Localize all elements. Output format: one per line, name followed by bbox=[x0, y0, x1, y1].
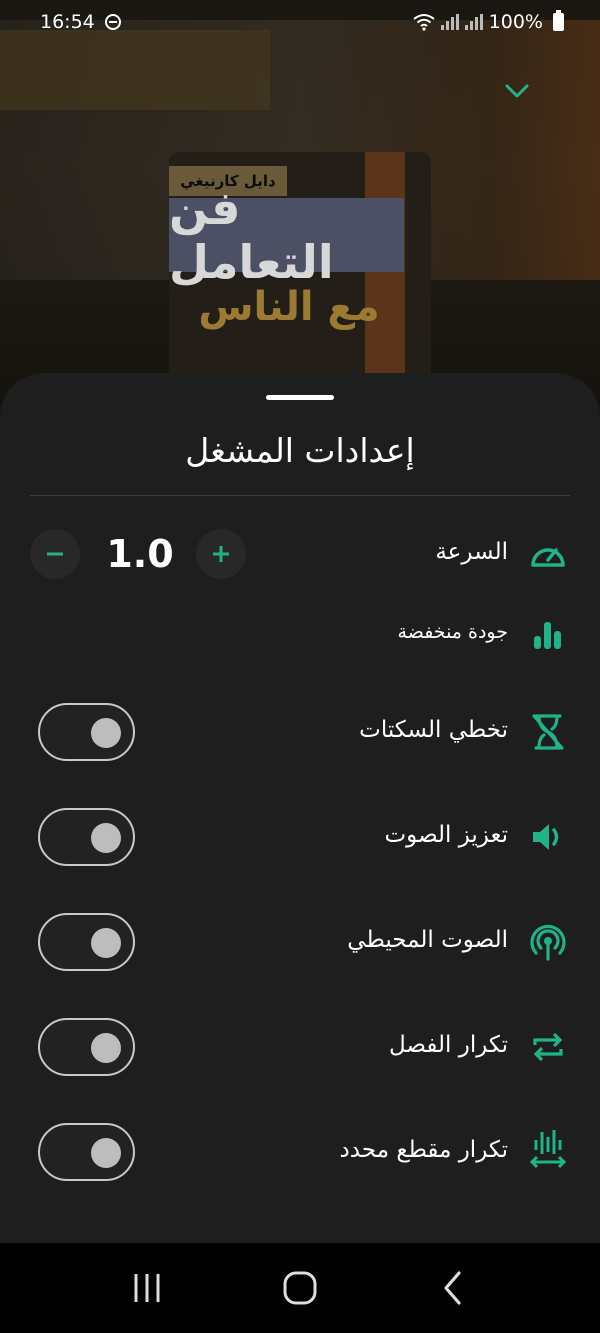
hourglass-off-icon bbox=[528, 712, 568, 752]
repeat-segment-label: تكرار مقطع محدد bbox=[339, 1137, 508, 1163]
broadcast-icon bbox=[528, 922, 568, 962]
do-not-disturb-icon bbox=[104, 14, 121, 30]
skip-silence-row: تخطي السكتات bbox=[0, 703, 600, 761]
sheet-title: إعدادات المشغل bbox=[185, 431, 415, 470]
player-background: دايل كارنيغي فن التعامل مع الناس bbox=[0, 0, 600, 420]
skip-silence-label: تخطي السكتات bbox=[359, 717, 508, 743]
speed-stepper: 1.0 bbox=[30, 529, 248, 579]
divider bbox=[30, 495, 570, 496]
recent-apps-icon bbox=[134, 1274, 160, 1302]
repeat-icon bbox=[528, 1027, 568, 1067]
home-button[interactable] bbox=[270, 1263, 330, 1313]
home-icon bbox=[283, 1271, 317, 1305]
ambient-sound-row: الصوت المحيطي bbox=[0, 913, 600, 971]
speed-decrease-button[interactable] bbox=[30, 529, 80, 579]
speed-increase-button[interactable] bbox=[196, 529, 246, 579]
volume-boost-row: تعزيز الصوت bbox=[0, 808, 600, 866]
status-bar: 16:54 100% bbox=[0, 0, 600, 44]
back-button[interactable] bbox=[423, 1263, 483, 1313]
status-time: 16:54 bbox=[40, 11, 95, 33]
repeat-segment-row: تكرار مقطع محدد bbox=[0, 1123, 600, 1181]
sheet-drag-handle[interactable] bbox=[266, 395, 334, 400]
minus-icon bbox=[47, 552, 63, 556]
volume-icon bbox=[528, 817, 568, 857]
volume-boost-toggle[interactable] bbox=[38, 808, 135, 866]
wifi-icon bbox=[413, 14, 435, 31]
repeat-segment-toggle[interactable] bbox=[38, 1123, 135, 1181]
battery-percent: 100% bbox=[488, 11, 543, 33]
book-cover: دايل كارنيغي فن التعامل مع الناس bbox=[169, 152, 431, 392]
repeat-chapter-label: تكرار الفصل bbox=[389, 1032, 508, 1058]
volume-boost-label: تعزيز الصوت bbox=[384, 822, 508, 848]
quality-row[interactable]: جودة منخفضة bbox=[0, 615, 600, 655]
player-settings-sheet: إعدادات المشغل السرعة 1.0 جودة منخفضة تخ… bbox=[0, 373, 600, 1243]
battery-icon bbox=[553, 10, 564, 31]
signal-icon bbox=[440, 14, 459, 30]
cover-title: فن التعامل bbox=[169, 181, 404, 289]
quality-label: جودة منخفضة bbox=[397, 621, 508, 643]
repeat-chapter-row: تكرار الفصل bbox=[0, 1018, 600, 1076]
recent-apps-button[interactable] bbox=[117, 1263, 177, 1313]
ambient-sound-label: الصوت المحيطي bbox=[347, 927, 508, 953]
cover-subtitle: مع الناس bbox=[198, 284, 380, 330]
chevron-down-icon[interactable] bbox=[504, 78, 530, 104]
ambient-sound-toggle[interactable] bbox=[38, 913, 135, 971]
speedometer-icon bbox=[528, 534, 568, 574]
bar-chart-icon bbox=[528, 615, 568, 655]
signal-icon-2 bbox=[464, 14, 483, 30]
back-icon bbox=[444, 1271, 461, 1305]
speed-value: 1.0 bbox=[106, 532, 174, 576]
skip-silence-toggle[interactable] bbox=[38, 703, 135, 761]
segment-repeat-icon bbox=[528, 1129, 568, 1169]
speed-label: السرعة bbox=[435, 539, 508, 565]
system-navigation-bar bbox=[0, 1243, 600, 1333]
repeat-chapter-toggle[interactable] bbox=[38, 1018, 135, 1076]
plus-icon bbox=[213, 546, 229, 562]
